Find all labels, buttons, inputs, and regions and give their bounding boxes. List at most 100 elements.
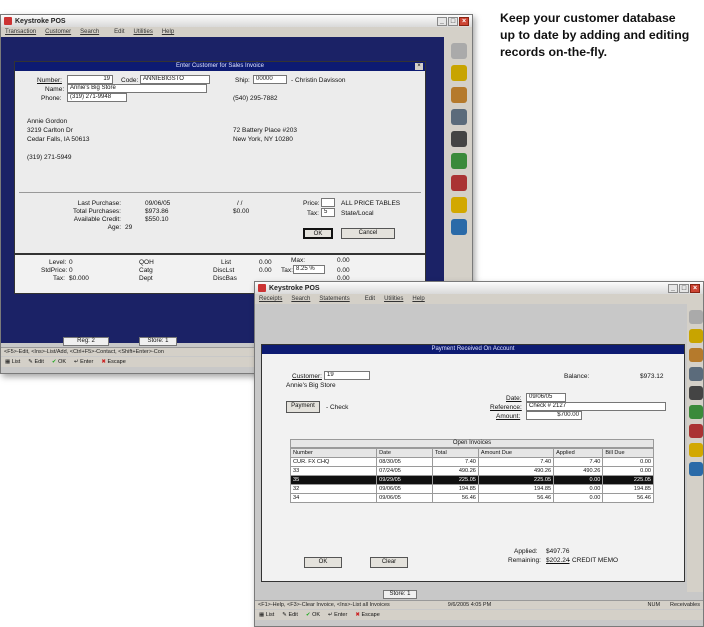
screen-icon[interactable] <box>451 109 467 125</box>
level-value: 0 <box>69 259 73 266</box>
cell: 225.05 <box>431 475 479 485</box>
date-field[interactable]: 09/06/05 <box>526 393 566 402</box>
dialog-close-icon[interactable]: × <box>415 63 423 70</box>
minimize-icon[interactable]: _ <box>437 16 447 26</box>
amount-field[interactable]: $700.00 <box>526 411 582 420</box>
balance-label: Balance: <box>564 373 590 380</box>
col-date: Date <box>376 448 433 458</box>
tax-label-2: Tax: <box>53 275 65 282</box>
ok-toolbar-button[interactable]: ✔ OK <box>52 359 66 365</box>
document-icon[interactable] <box>689 329 703 343</box>
ship-field[interactable]: 00000 <box>253 75 287 84</box>
bill-line: (319) 271-5949 <box>27 154 72 161</box>
cell: 7.40 <box>477 457 555 467</box>
escape-button[interactable]: ✖ Escape <box>355 612 380 618</box>
menu-help[interactable]: Help <box>162 29 174 35</box>
enter-button[interactable]: ↵ Enter <box>74 359 93 365</box>
available-credit-value: $550.10 <box>145 216 169 223</box>
menu-transaction[interactable]: Transaction <box>5 29 36 35</box>
menu-utilities[interactable]: Utilities <box>384 296 403 302</box>
list-button[interactable]: ▦ List <box>5 359 20 365</box>
bill-line: 3219 Carlton Dr <box>27 127 73 134</box>
ship-line: 72 Battery Place #203 <box>233 127 297 134</box>
printer-icon[interactable] <box>451 131 467 147</box>
menu-edit[interactable]: Edit <box>365 296 375 302</box>
close-icon[interactable]: × <box>459 16 469 26</box>
minimize-icon[interactable]: _ <box>668 283 678 293</box>
table-row-selected[interactable]: 35 09/29/05 225.05 225.05 0.00 225.05 <box>289 475 654 485</box>
ok-toolbar-label: OK <box>58 359 67 365</box>
ship-label: Ship: <box>235 77 250 84</box>
maximize-icon[interactable]: □ <box>448 16 458 26</box>
calendar-icon[interactable] <box>451 219 467 235</box>
phone2-text: (540) 295-7882 <box>233 95 278 102</box>
edit-button[interactable]: ✎ Edit <box>28 359 44 365</box>
menu-search[interactable]: Search <box>291 296 310 302</box>
tools-icon[interactable] <box>451 175 467 191</box>
key-icon[interactable] <box>451 197 467 213</box>
caption-text: Keep your customer database up to date b… <box>500 11 690 59</box>
date-label: Date: <box>506 395 522 402</box>
customer-field[interactable]: 19 <box>324 371 370 380</box>
payment-button[interactable]: Payment <box>286 401 320 413</box>
phone-field[interactable]: (319) 271-9948 <box>67 93 127 102</box>
menu-utilities[interactable]: Utilities <box>134 29 153 35</box>
invoices-table[interactable]: Number Date Total Amount Due Applied Bil… <box>289 448 654 503</box>
max-label: Max: <box>291 257 306 264</box>
table-row[interactable]: 32 09/06/05 194.85 194.85 0.00 194.85 <box>289 484 654 494</box>
cell: 56.46 <box>477 493 555 503</box>
table-row[interactable]: 34 09/06/05 56.46 56.46 0.00 56.46 <box>289 493 654 503</box>
folder-icon[interactable] <box>451 43 467 59</box>
chart-icon[interactable] <box>689 405 703 419</box>
store-tab[interactable]: Store: 1 <box>383 590 417 599</box>
list-button[interactable]: ▦ List <box>259 612 274 618</box>
edit-button[interactable]: ✎ Edit <box>282 612 298 618</box>
menu-customer[interactable]: Customer <box>45 29 71 35</box>
status-date: 9/6/2005 4:05 PM <box>447 602 492 608</box>
menu-search[interactable]: Search <box>80 29 99 35</box>
tax2-field[interactable]: 8.25 % <box>293 265 325 274</box>
chart-icon[interactable] <box>451 153 467 169</box>
status-num: NUM <box>647 602 661 608</box>
menu-statements[interactable]: Statements <box>319 296 349 302</box>
ok-button[interactable]: OK <box>304 557 342 568</box>
person-icon[interactable] <box>451 87 467 103</box>
list-value: 0.00 <box>259 259 272 266</box>
person-icon[interactable] <box>689 348 703 362</box>
calendar-icon[interactable] <box>689 462 703 476</box>
folder-icon[interactable] <box>689 310 703 324</box>
menu-receipts[interactable]: Receipts <box>259 296 282 302</box>
amount-label: Amount: <box>496 413 521 420</box>
ok-button[interactable]: OK <box>303 228 333 239</box>
close-icon[interactable]: × <box>690 283 700 293</box>
cancel-button[interactable]: Cancel <box>341 228 395 239</box>
ok-toolbar-button[interactable]: ✔ OK <box>306 612 320 618</box>
escape-button[interactable]: ✖ Escape <box>101 359 126 365</box>
enter-button[interactable]: ↵ Enter <box>328 612 347 618</box>
name-field[interactable]: Annie's Big Store <box>67 84 207 93</box>
price-field[interactable] <box>321 198 335 207</box>
table-row[interactable]: CUR. FX CHQ 08/30/05 7.40 7.40 7.40 0.00 <box>289 457 654 467</box>
menu-edit[interactable]: Edit <box>114 29 124 35</box>
cell: CUR. FX CHQ <box>289 457 378 467</box>
tools-icon[interactable] <box>689 424 703 438</box>
printer-icon[interactable] <box>689 386 703 400</box>
cell: 0.00 <box>602 457 654 467</box>
table-row[interactable]: 33 07/24/05 490.26 490.26 490.26 0.00 <box>289 466 654 476</box>
maximize-icon[interactable]: □ <box>679 283 689 293</box>
number-field[interactable]: 19 <box>67 75 113 84</box>
age-label: Age: <box>107 224 121 231</box>
menu-help[interactable]: Help <box>412 296 424 302</box>
screen-icon[interactable] <box>689 367 703 381</box>
reference-field[interactable]: Check # 2127 <box>526 402 666 411</box>
reg-tab[interactable]: Reg: 2 <box>63 337 109 346</box>
key-icon[interactable] <box>689 443 703 457</box>
tax-field[interactable]: 5 <box>321 208 335 217</box>
cell: 490.26 <box>431 466 479 476</box>
code-field[interactable]: ANNIEBIGSTO <box>140 75 210 84</box>
clear-button[interactable]: Clear <box>370 557 408 568</box>
payment-window: Keystroke POS _ □ × Receipts Search Stat… <box>254 281 704 627</box>
store-tab[interactable]: Store: 1 <box>139 337 177 346</box>
ship-name: - Christin Davisson <box>291 77 346 84</box>
document-icon[interactable] <box>451 65 467 81</box>
